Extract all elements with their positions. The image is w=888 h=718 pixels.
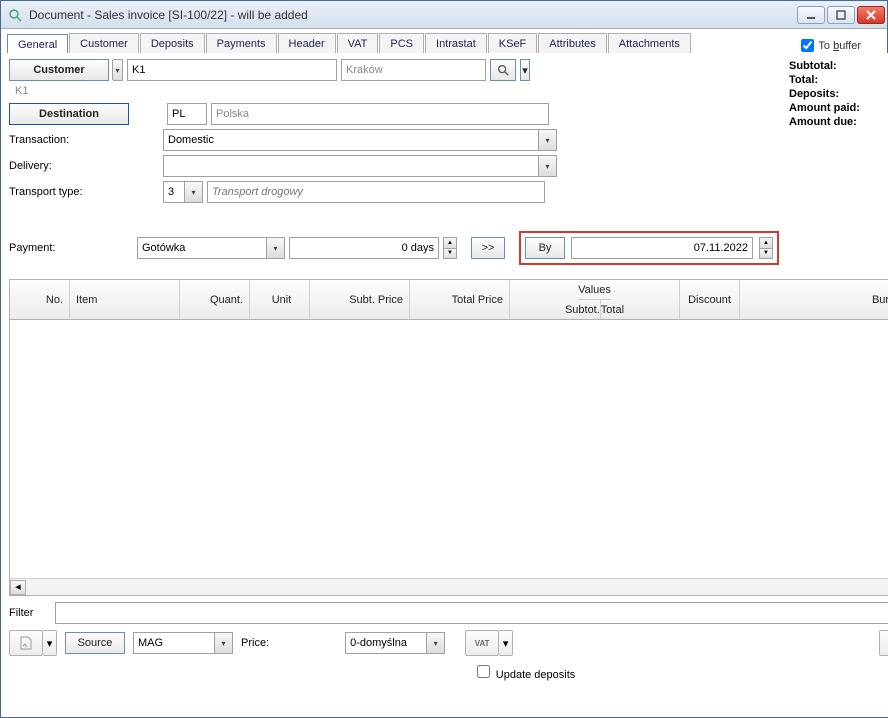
vat-dropdown[interactable]: ▾ — [499, 630, 513, 656]
transport-type-label: Transport type: — [9, 186, 159, 198]
amount-paid-label: Amount paid: — [789, 102, 860, 114]
destination-name — [211, 103, 549, 125]
customer-prefix[interactable] — [113, 59, 123, 81]
total-label: Total: — [789, 74, 818, 86]
deposits-label: Deposits: — [789, 88, 839, 100]
source-select[interactable] — [133, 632, 233, 654]
payment-label: Payment: — [9, 242, 133, 254]
col-bur[interactable]: Bur — [740, 280, 888, 319]
minimize-button[interactable] — [797, 6, 825, 24]
source-button[interactable]: Source — [65, 632, 125, 654]
customer-name-echo: K1 — [15, 85, 779, 97]
customer-city — [341, 59, 486, 81]
col-quant[interactable]: Quant. — [180, 280, 250, 319]
add-item-button[interactable] — [879, 630, 888, 656]
delivery-select[interactable] — [163, 155, 557, 177]
titlebar: Document - Sales invoice [SI-100/22] - w… — [1, 1, 887, 29]
delivery-label: Delivery: — [9, 160, 159, 172]
scroll-left-icon[interactable]: ◀ — [10, 580, 26, 595]
price-label: Price: — [241, 637, 269, 649]
window-title: Document - Sales invoice [SI-100/22] - w… — [29, 8, 797, 22]
col-values[interactable]: Values — [578, 280, 611, 300]
by-button[interactable]: By — [525, 237, 565, 259]
destination-button[interactable]: Destination — [9, 103, 129, 125]
horizontal-scrollbar[interactable]: ◀ ▶ — [10, 578, 888, 595]
col-subtot[interactable]: Subtot. — [565, 300, 601, 319]
grid-body[interactable]: ▼ — [10, 320, 888, 578]
by-date-input[interactable] — [571, 237, 753, 259]
col-item[interactable]: Item — [70, 280, 180, 319]
filter-label: Filter — [9, 607, 49, 619]
col-no[interactable]: No. — [10, 280, 70, 319]
payment-days-input[interactable] — [289, 237, 439, 259]
grid-header[interactable]: No. Item Quant. Unit Subt. Price Total P… — [10, 280, 888, 320]
close-button[interactable] — [857, 6, 885, 24]
forward-button[interactable]: >> — [471, 237, 505, 259]
document-dropdown[interactable]: ▾ — [43, 630, 57, 656]
update-deposits-checkbox[interactable]: Update deposits — [473, 669, 576, 681]
payment-days-spinner[interactable]: ▲▼ — [443, 237, 457, 259]
col-subt-price[interactable]: Subt. Price — [310, 280, 410, 319]
price-select[interactable] — [345, 632, 445, 654]
col-discount[interactable]: Discount — [680, 280, 740, 319]
transaction-label: Transaction: — [9, 134, 159, 146]
transport-name — [207, 181, 545, 203]
vat-button[interactable]: VAT — [465, 630, 499, 656]
main-panel: Customer ▾ ▾ K1 — [1, 53, 888, 717]
search-button[interactable] — [490, 59, 516, 81]
items-grid: No. Item Quant. Unit Subt. Price Total P… — [9, 279, 888, 596]
col-total-price[interactable]: Total Price — [410, 280, 510, 319]
fiscal-checkbox[interactable]: Fiscal — [789, 137, 888, 150]
subtotal-label: Subtotal: — [789, 60, 837, 72]
col-unit[interactable]: Unit — [250, 280, 310, 319]
document-button[interactable] — [9, 630, 43, 656]
totals-panel: Subtotal:0,00 Total:0,00 Deposits:0,00 A… — [789, 59, 888, 269]
search-dropdown[interactable]: ▾ — [520, 59, 530, 81]
col-total[interactable]: Total — [601, 300, 624, 319]
app-icon — [7, 7, 23, 23]
maximize-button[interactable] — [827, 6, 855, 24]
transport-code-select[interactable] — [163, 181, 203, 203]
destination-code-input[interactable] — [167, 103, 207, 125]
window: Document - Sales invoice [SI-100/22] - w… — [0, 0, 888, 718]
transaction-select[interactable] — [163, 129, 557, 151]
customer-code-input[interactable] — [127, 59, 337, 81]
payment-by-highlight: By ▲▼ — [519, 231, 779, 265]
amount-due-label: Amount due: — [789, 116, 857, 128]
filter-input[interactable] — [55, 602, 888, 624]
by-date-spinner[interactable]: ▲▼ — [759, 237, 773, 259]
payment-method-select[interactable] — [137, 237, 285, 259]
customer-button[interactable]: Customer — [9, 59, 109, 81]
